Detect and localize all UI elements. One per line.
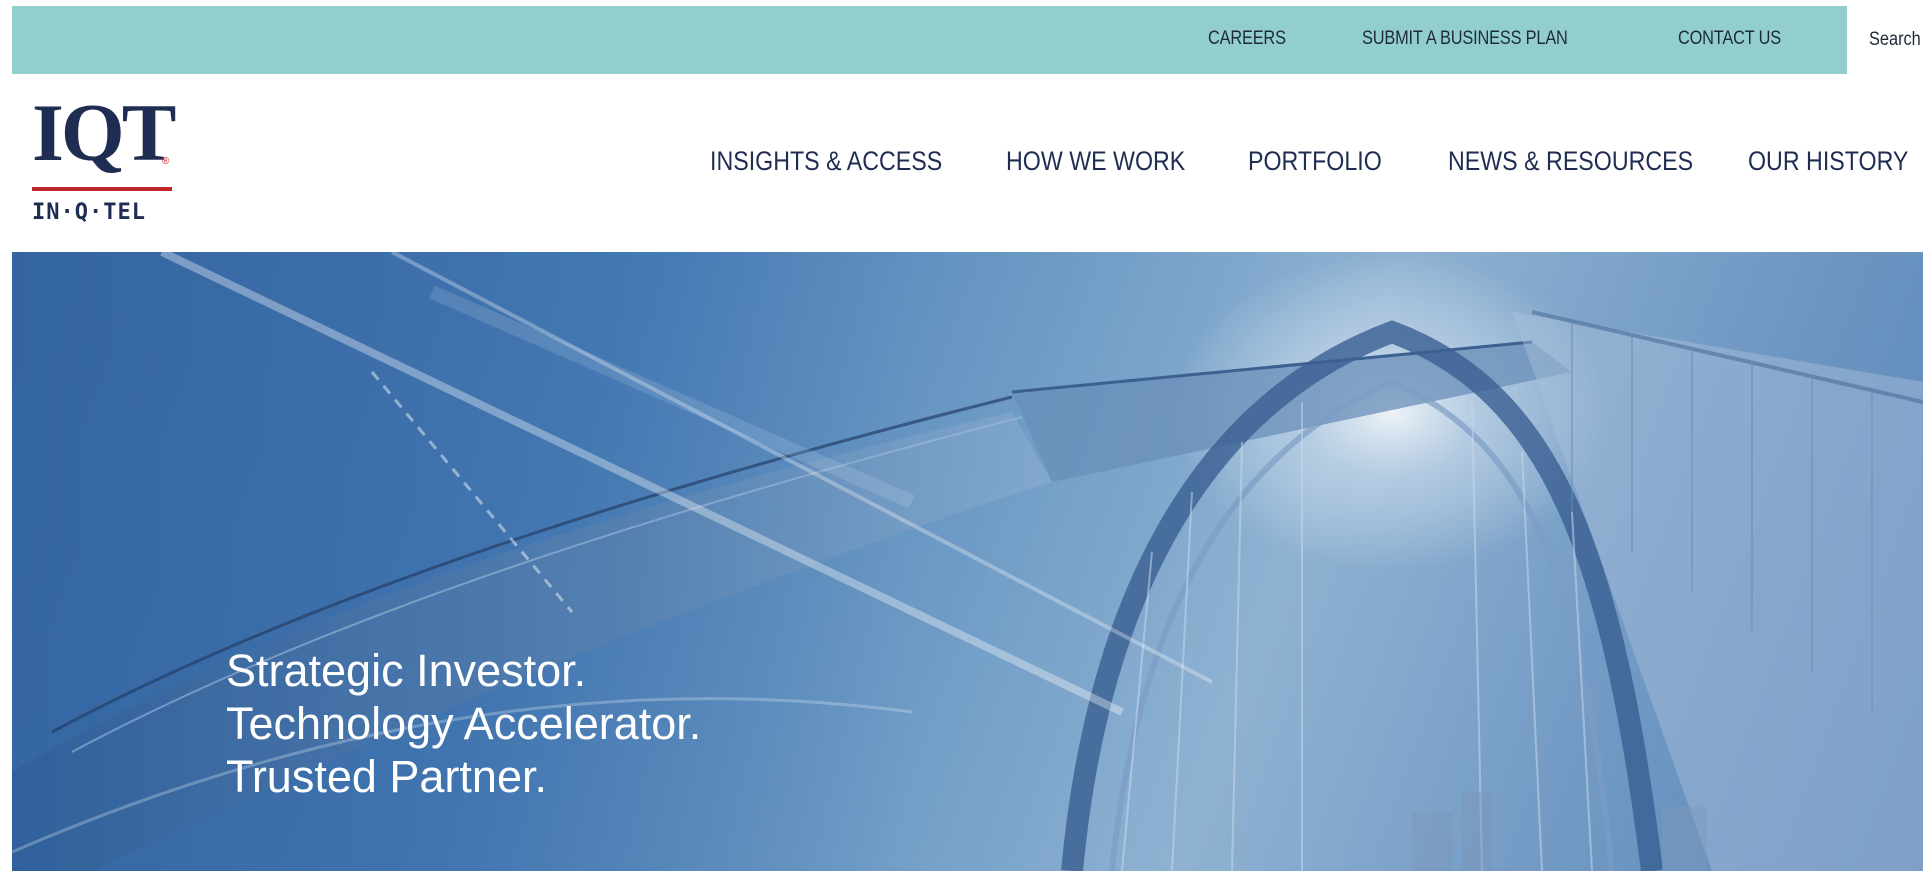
hero-banner: Strategic Investor. Technology Accelerat… (12, 252, 1923, 871)
utility-bar: CAREERS SUBMIT A BUSINESS PLAN CONTACT U… (12, 6, 1923, 74)
hero-line-trusted-partner: Trusted Partner. (226, 751, 547, 802)
search-box (1847, 6, 1929, 74)
page-left-margin (0, 0, 12, 871)
search-input[interactable] (1869, 28, 1929, 52)
contact-us-link[interactable]: CONTACT US (1678, 28, 1781, 50)
page-right-margin (1923, 0, 1929, 871)
nav-how-we-work[interactable]: HOW WE WORK (1006, 146, 1185, 177)
iqt-logo[interactable]: IQT ® IN·Q·TEL (32, 92, 182, 232)
hero-line-strategic-investor: Strategic Investor. (226, 645, 587, 696)
nav-our-history[interactable]: OUR HISTORY (1748, 146, 1908, 177)
nav-portfolio[interactable]: PORTFOLIO (1248, 146, 1382, 177)
registered-mark: ® (162, 156, 170, 167)
submit-business-plan-link[interactable]: SUBMIT A BUSINESS PLAN (1362, 28, 1568, 50)
nav-news-resources[interactable]: NEWS & RESOURCES (1448, 146, 1693, 177)
nav-insights-access[interactable]: INSIGHTS & ACCESS (710, 146, 942, 177)
hero-tagline: Strategic Investor. Technology Accelerat… (226, 644, 701, 803)
hero-line-technology-accelerator: Technology Accelerator. (226, 698, 702, 749)
site-header: IQT ® IN·Q·TEL INSIGHTS & ACCESS HOW WE … (12, 74, 1923, 252)
logo-subtitle: IN·Q·TEL (32, 200, 146, 225)
careers-link[interactable]: CAREERS (1208, 28, 1286, 50)
logo-wordmark: IQT (32, 87, 176, 178)
logo-red-bar (32, 187, 172, 191)
